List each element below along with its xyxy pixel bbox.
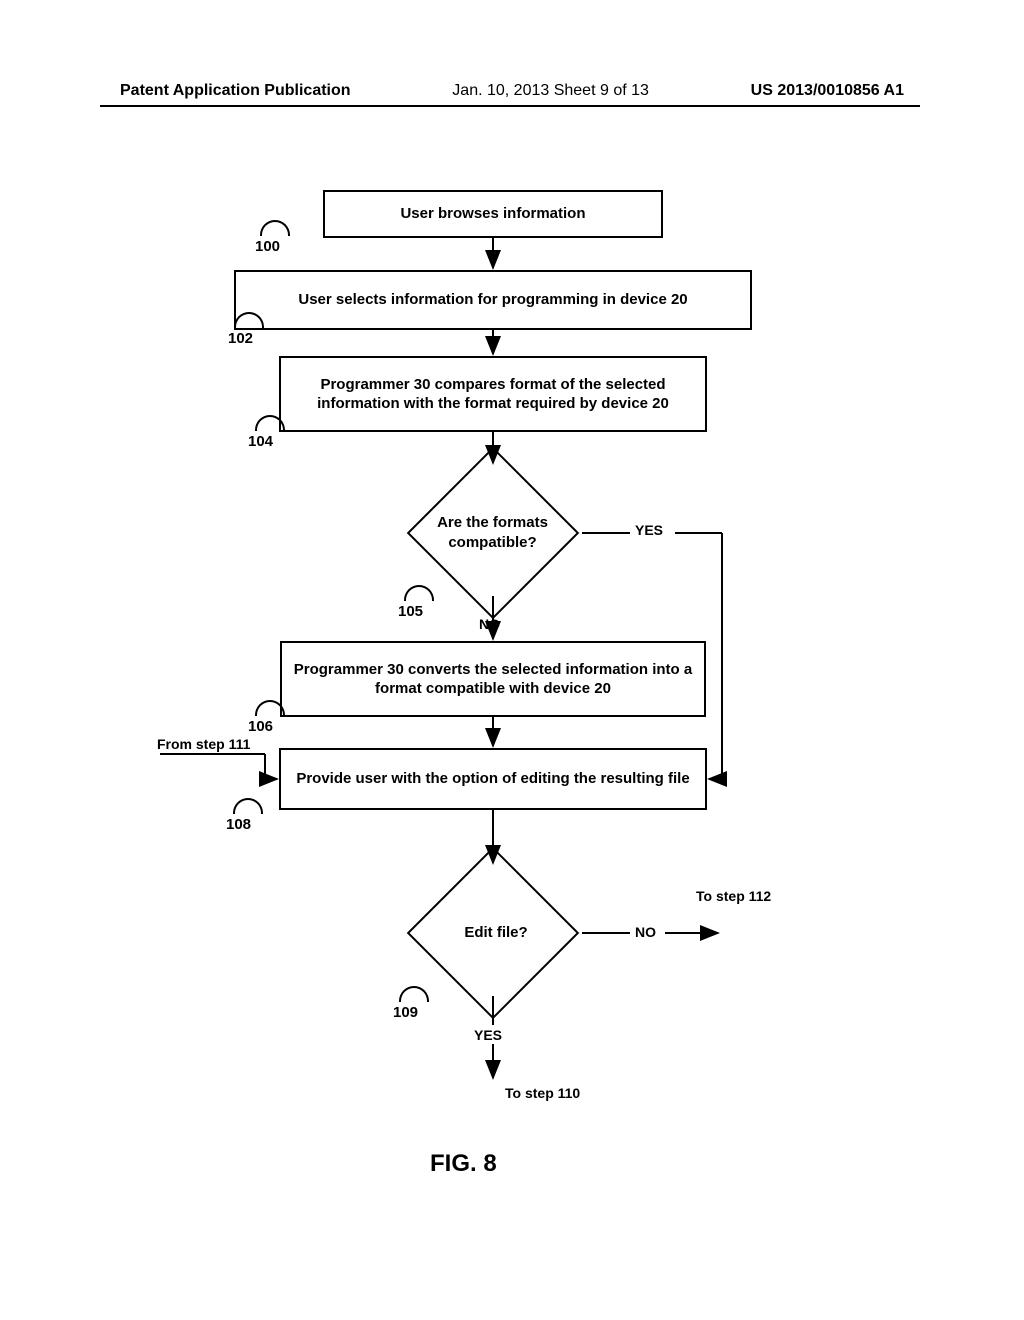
header-divider (100, 105, 920, 107)
edge-yes-1: YES (635, 522, 663, 538)
edge-to-step-112: To step 112 (696, 888, 771, 904)
header-date-sheet: Jan. 10, 2013 Sheet 9 of 13 (452, 82, 649, 100)
ref-arc-100 (260, 220, 290, 236)
box-user-browses: User browses information (323, 190, 663, 238)
box-104-text: Programmer 30 compares format of the sel… (291, 375, 695, 414)
figure-caption: FIG. 8 (430, 1150, 497, 1178)
ref-105: 105 (398, 603, 423, 620)
flowchart-arrows (0, 190, 1024, 1290)
box-100-text: User browses information (400, 204, 585, 224)
box-106-text: Programmer 30 converts the selected info… (292, 660, 694, 699)
ref-102: 102 (228, 330, 253, 347)
ref-arc-109 (399, 986, 429, 1002)
ref-100: 100 (255, 238, 280, 255)
ref-arc-105 (404, 585, 434, 601)
diamond-109-text: Edit file? (456, 923, 536, 943)
box-user-selects: User selects information for programming… (234, 270, 752, 330)
box-108-text: Provide user with the option of editing … (296, 769, 689, 789)
box-102-text: User selects information for programming… (298, 290, 687, 310)
edge-no-2: NO (635, 924, 656, 940)
ref-arc-108 (233, 798, 263, 814)
box-programmer-compares: Programmer 30 compares format of the sel… (279, 356, 707, 432)
diamond-105-text: Are the formats compatible? (430, 513, 555, 552)
box-programmer-converts: Programmer 30 converts the selected info… (280, 641, 706, 717)
edge-from-step-111: From step 111 (157, 736, 250, 752)
ref-104: 104 (248, 433, 273, 450)
edge-no-1: NO (479, 616, 500, 632)
edge-to-step-110: To step 110 (505, 1085, 580, 1101)
header-patent-number: US 2013/0010856 A1 (751, 82, 904, 100)
header-publication: Patent Application Publication (120, 82, 351, 100)
ref-109: 109 (393, 1004, 418, 1021)
edge-yes-2: YES (474, 1027, 502, 1043)
box-provide-edit-option: Provide user with the option of editing … (279, 748, 707, 810)
ref-108: 108 (226, 816, 251, 833)
ref-106: 106 (248, 718, 273, 735)
